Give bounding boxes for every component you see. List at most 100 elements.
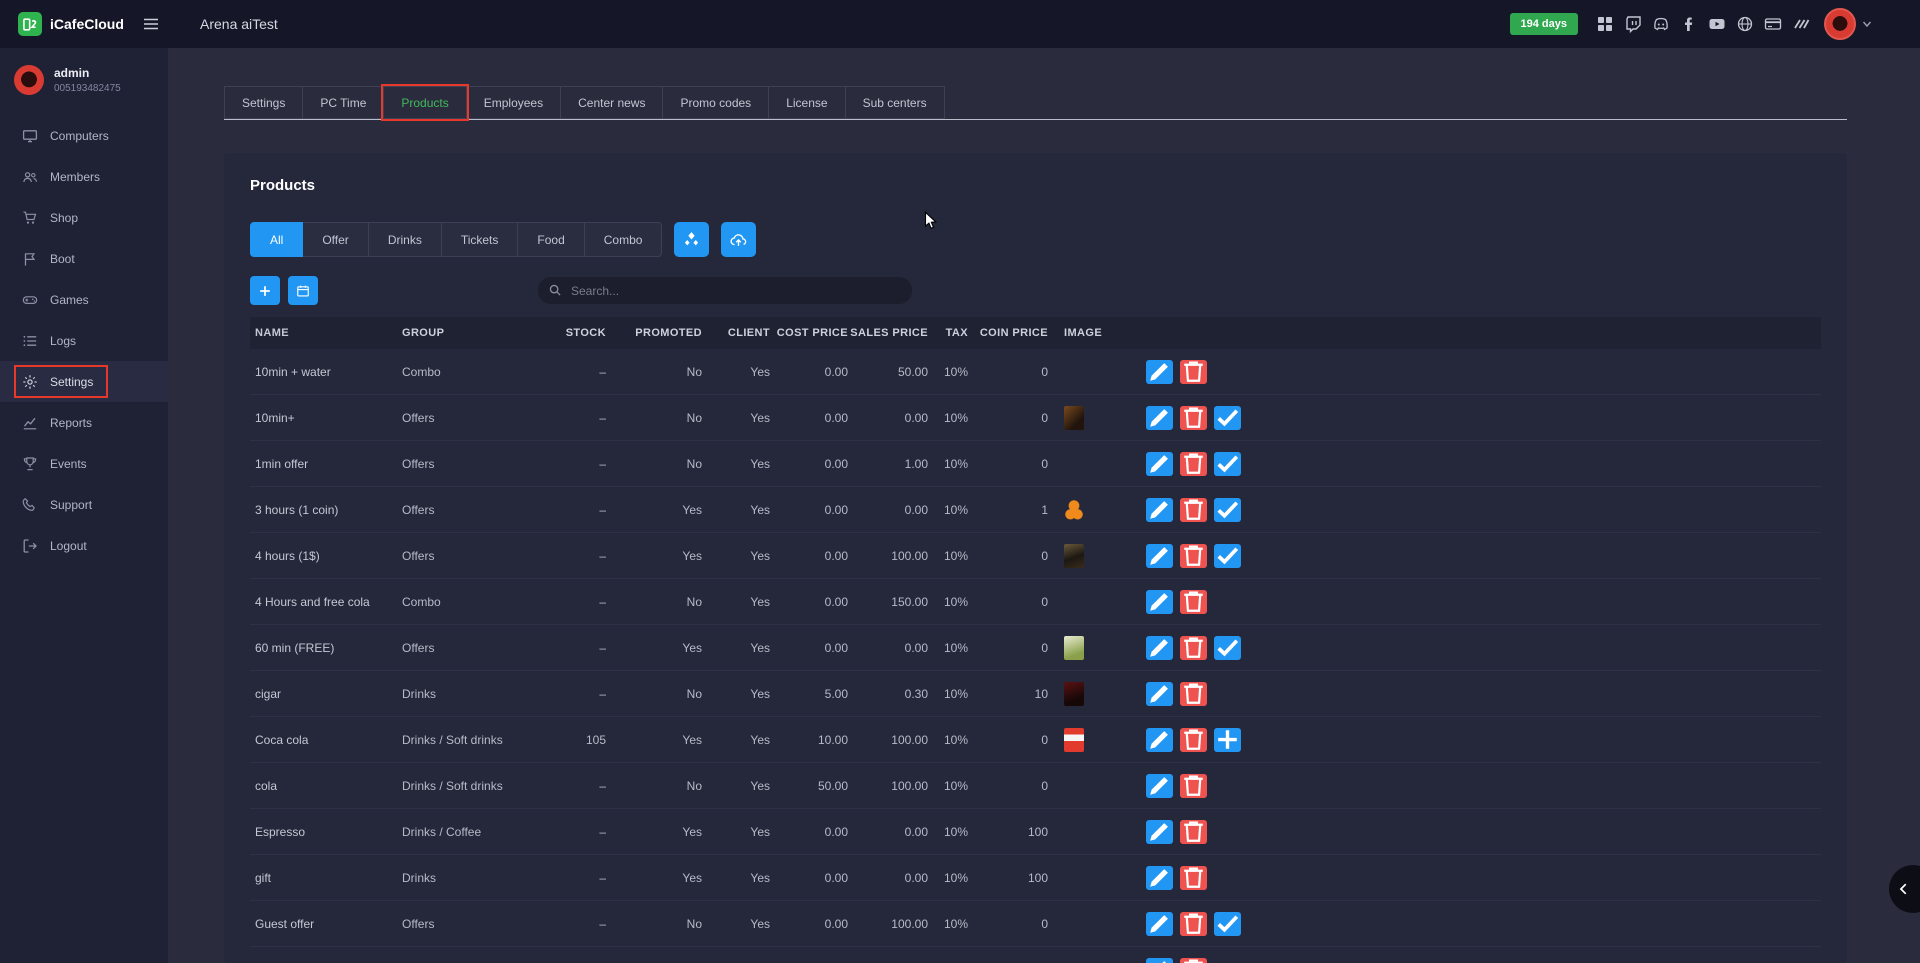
tab-pc-time[interactable]: PC Time bbox=[302, 86, 384, 119]
tab-settings[interactable]: Settings bbox=[224, 86, 303, 119]
sidebar-item-support[interactable]: Support bbox=[0, 484, 168, 525]
sidebar-item-games[interactable]: Games bbox=[0, 279, 168, 320]
check-button[interactable] bbox=[1214, 912, 1241, 936]
sidebar-item-settings[interactable]: Settings bbox=[0, 361, 168, 402]
delete-button[interactable] bbox=[1180, 866, 1207, 890]
delete-button[interactable] bbox=[1180, 958, 1207, 963]
tab-center-news[interactable]: Center news bbox=[560, 86, 663, 119]
filter-combo[interactable]: Combo bbox=[585, 222, 663, 257]
discord-icon[interactable] bbox=[1652, 15, 1670, 33]
cell-tax: 10% bbox=[928, 457, 968, 471]
plus-button[interactable] bbox=[1214, 728, 1241, 752]
cell-cost: 0.00 bbox=[770, 503, 848, 517]
delete-button[interactable] bbox=[1180, 544, 1207, 568]
edit-button[interactable] bbox=[1146, 682, 1173, 706]
check-button[interactable] bbox=[1214, 636, 1241, 660]
delete-button[interactable] bbox=[1180, 774, 1207, 798]
delete-button[interactable] bbox=[1180, 498, 1207, 522]
brand-glyph-icon bbox=[22, 16, 39, 33]
cell-client: Yes bbox=[702, 595, 770, 609]
twitch-icon[interactable] bbox=[1624, 15, 1642, 33]
edit-button[interactable] bbox=[1146, 590, 1173, 614]
diamonds-icon bbox=[683, 231, 700, 248]
sidebar-item-boot[interactable]: Boot bbox=[0, 238, 168, 279]
cloud-up-button[interactable] bbox=[721, 222, 756, 257]
filter-tickets[interactable]: Tickets bbox=[442, 222, 519, 257]
delete-button[interactable] bbox=[1180, 636, 1207, 660]
calendar-button[interactable] bbox=[288, 276, 318, 305]
sidebar-item-computers[interactable]: Computers bbox=[0, 115, 168, 156]
check-button[interactable] bbox=[1214, 406, 1241, 430]
menu-icon[interactable] bbox=[142, 15, 160, 33]
brand-name: iCafeCloud bbox=[50, 16, 124, 32]
filter-food[interactable]: Food bbox=[518, 222, 584, 257]
delete-button[interactable] bbox=[1180, 682, 1207, 706]
filter-all[interactable]: All bbox=[250, 222, 303, 257]
tab-products[interactable]: Products bbox=[383, 86, 466, 119]
delete-button[interactable] bbox=[1180, 360, 1207, 384]
tab-employees[interactable]: Employees bbox=[466, 86, 561, 119]
sidebar-item-shop[interactable]: Shop bbox=[0, 197, 168, 238]
check-button[interactable] bbox=[1214, 452, 1241, 476]
table-row: colaDrinks / Soft drinks–NoYes50.00100.0… bbox=[250, 763, 1821, 809]
apps-grid-icon[interactable] bbox=[1596, 15, 1614, 33]
globe-icon[interactable] bbox=[1736, 15, 1754, 33]
table-row: 10min + waterCombo–NoYes0.0050.0010%0 bbox=[250, 349, 1821, 395]
delete-button[interactable] bbox=[1180, 406, 1207, 430]
cell-name: 1min offer bbox=[250, 457, 402, 471]
community-icon[interactable] bbox=[1792, 15, 1810, 33]
billing-icon[interactable] bbox=[1764, 15, 1782, 33]
chevron-down-icon[interactable] bbox=[1862, 19, 1872, 29]
sidebar-item-reports[interactable]: Reports bbox=[0, 402, 168, 443]
edit-button[interactable] bbox=[1146, 452, 1173, 476]
cell-image bbox=[1048, 728, 1128, 752]
delete-button[interactable] bbox=[1180, 820, 1207, 844]
sidebar-item-members[interactable]: Members bbox=[0, 156, 168, 197]
edit-button[interactable] bbox=[1146, 912, 1173, 936]
sidebar-item-events[interactable]: Events bbox=[0, 443, 168, 484]
filter-offer[interactable]: Offer bbox=[303, 222, 368, 257]
plus-button[interactable] bbox=[250, 276, 280, 305]
diamonds-button[interactable] bbox=[674, 222, 709, 257]
filter-drinks[interactable]: Drinks bbox=[369, 222, 442, 257]
edit-button[interactable] bbox=[1146, 728, 1173, 752]
card-title: Products bbox=[250, 177, 1821, 194]
tab-promo-codes[interactable]: Promo codes bbox=[662, 86, 769, 119]
table-row: 3 hours (1 coin)Offers–YesYes0.000.0010%… bbox=[250, 487, 1821, 533]
cell-actions bbox=[1128, 452, 1821, 476]
cell-name: 4 Hours and free cola bbox=[250, 595, 402, 609]
check-button[interactable] bbox=[1214, 544, 1241, 568]
edit-button[interactable] bbox=[1146, 866, 1173, 890]
edit-button[interactable] bbox=[1146, 958, 1173, 963]
cell-tax: 10% bbox=[928, 733, 968, 747]
products-table: NAMEGROUPSTOCKPROMOTEDCLIENTCOST PRICESA… bbox=[250, 317, 1821, 963]
delete-button[interactable] bbox=[1180, 912, 1207, 936]
cell-actions bbox=[1128, 360, 1821, 384]
search-input[interactable] bbox=[538, 277, 912, 304]
cell-cost: 0.00 bbox=[770, 641, 848, 655]
cell-cost: 0.00 bbox=[770, 457, 848, 471]
cell-actions bbox=[1128, 774, 1821, 798]
tab-license[interactable]: License bbox=[768, 86, 845, 119]
tab-sub-centers[interactable]: Sub centers bbox=[845, 86, 945, 119]
sidebar-item-label: Computers bbox=[50, 129, 109, 143]
edit-button[interactable] bbox=[1146, 498, 1173, 522]
edit-button[interactable] bbox=[1146, 544, 1173, 568]
delete-button[interactable] bbox=[1180, 590, 1207, 614]
edit-button[interactable] bbox=[1146, 360, 1173, 384]
delete-button[interactable] bbox=[1180, 452, 1207, 476]
brand-logo-icon bbox=[18, 12, 42, 36]
facebook-icon[interactable] bbox=[1680, 15, 1698, 33]
edit-button[interactable] bbox=[1146, 774, 1173, 798]
delete-button[interactable] bbox=[1180, 728, 1207, 752]
youtube-icon[interactable] bbox=[1708, 15, 1726, 33]
sidebar-item-logout[interactable]: Logout bbox=[0, 525, 168, 566]
edit-button[interactable] bbox=[1146, 406, 1173, 430]
sidebar-item-logs[interactable]: Logs bbox=[0, 320, 168, 361]
avatar[interactable] bbox=[1824, 8, 1856, 40]
cell-actions bbox=[1128, 406, 1821, 430]
check-button[interactable] bbox=[1214, 498, 1241, 522]
edit-button[interactable] bbox=[1146, 820, 1173, 844]
cell-promoted: No bbox=[606, 411, 702, 425]
edit-button[interactable] bbox=[1146, 636, 1173, 660]
